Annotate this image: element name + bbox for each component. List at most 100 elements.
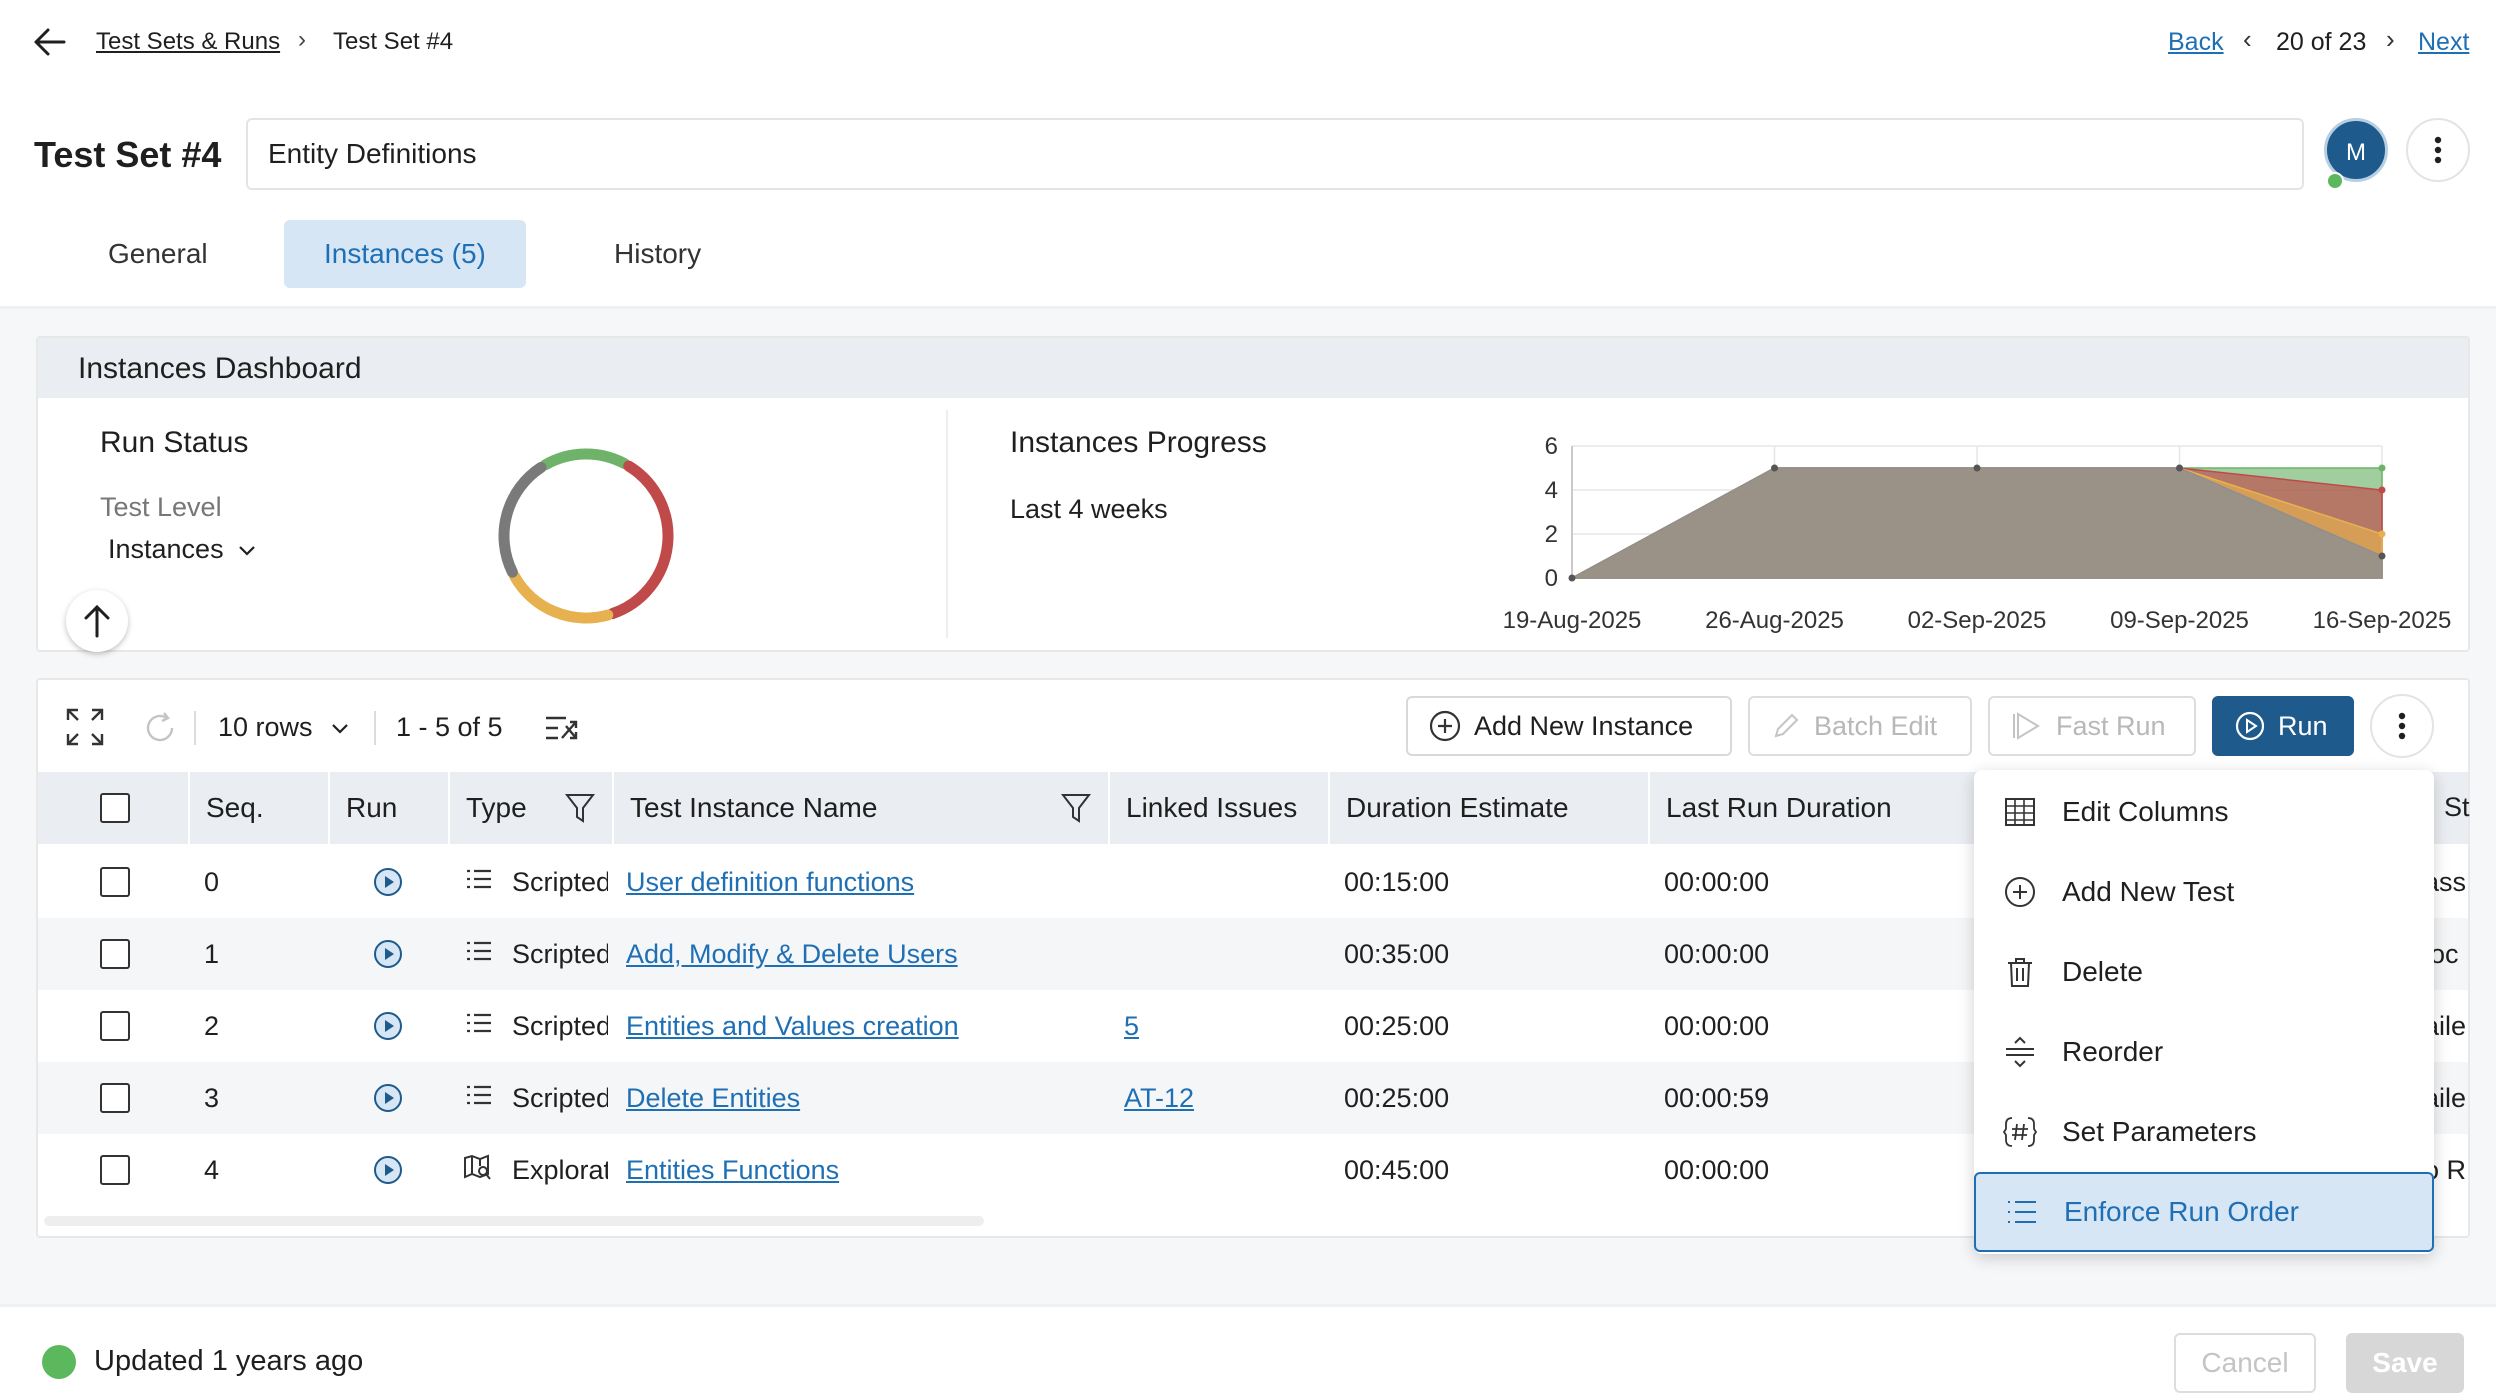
fast-run-button[interactable]: Fast Run	[1988, 696, 2196, 756]
type-cell: Scripted	[512, 867, 608, 897]
row-checkbox[interactable]	[100, 1155, 130, 1185]
x-tick-label: 16-Sep-2025	[2313, 607, 2452, 634]
breadcrumb-parent-link[interactable]: Test Sets & Runs	[96, 28, 280, 56]
row-checkbox[interactable]	[100, 867, 130, 897]
instance-name-cell: Entities Functions	[626, 1134, 1096, 1206]
horizontal-scrollbar[interactable]	[44, 1216, 984, 1226]
linked-issue-link[interactable]: AT-12	[1124, 1083, 1194, 1113]
arrow-up-icon	[84, 604, 110, 638]
instance-name-link[interactable]: User definition functions	[626, 867, 914, 897]
x-tick-label: 02-Sep-2025	[1908, 607, 2047, 634]
run-button[interactable]: Run	[2212, 696, 2354, 756]
instance-name-link[interactable]: Entities and Values creation	[626, 1011, 959, 1041]
x-tick-label: 09-Sep-2025	[2110, 607, 2249, 634]
column-header-status[interactable]: St	[2444, 792, 2470, 823]
row-range: 1 - 5 of 5	[396, 712, 503, 742]
column-header-run[interactable]: Run	[328, 772, 448, 844]
instance-name-link[interactable]: Entities Functions	[626, 1155, 839, 1185]
cancel-button[interactable]: Cancel	[2174, 1333, 2316, 1393]
expand-icon[interactable]	[64, 706, 106, 748]
data-point	[1568, 574, 1576, 582]
menu-item-delete[interactable]: Delete	[1974, 932, 2434, 1012]
chevron-down-icon	[332, 724, 348, 734]
scroll-to-top-button[interactable]	[66, 590, 128, 652]
column-header-type[interactable]: Type	[448, 772, 612, 844]
seq-cell: 2	[204, 1011, 220, 1041]
save-button[interactable]: Save	[2346, 1333, 2464, 1393]
column-header-seq[interactable]: Seq.	[188, 772, 328, 844]
type-cell: Scripted	[512, 1011, 608, 1041]
refresh-icon[interactable]	[142, 710, 178, 746]
table-more-button[interactable]	[2370, 694, 2434, 758]
y-tick-label: 4	[1545, 477, 1558, 504]
last-run-duration-cell: 00:00:00	[1664, 867, 1770, 897]
tab-instances[interactable]: Instances (5)	[284, 220, 526, 288]
chevron-right-icon[interactable]: ›	[2386, 24, 2395, 55]
instance-name-cell: Add, Modify & Delete Users	[626, 918, 1096, 990]
plus-circle-icon	[1429, 710, 1461, 742]
chevron-left-icon[interactable]: ‹	[2243, 24, 2252, 55]
column-header-last-run-duration[interactable]: Last Run Duration	[1648, 772, 2008, 844]
tab-history[interactable]: History	[574, 220, 741, 288]
column-header-name[interactable]: Test Instance Name	[612, 772, 1108, 844]
tab-general[interactable]: General	[68, 220, 248, 288]
duration-estimate-cell: 00:35:00	[1344, 939, 1450, 969]
row-checkbox[interactable]	[100, 939, 130, 969]
instances-dashboard: Instances Dashboard Run Status Test Leve…	[36, 336, 2470, 652]
data-point	[2378, 486, 2386, 494]
online-status-dot	[2326, 172, 2344, 190]
run-label: Run	[2278, 710, 2328, 741]
shuffle-icon[interactable]	[542, 708, 582, 748]
column-header-name-label: Test Instance Name	[630, 792, 878, 823]
run-instance-icon[interactable]	[372, 1082, 404, 1114]
rows-per-page-select[interactable]: 10 rows	[218, 712, 350, 743]
instance-name-link[interactable]: Delete Entities	[626, 1083, 800, 1113]
linked-issues-cell	[1124, 846, 1324, 918]
run-instance-icon[interactable]	[372, 866, 404, 898]
data-point	[1973, 464, 1981, 472]
linked-issue-link[interactable]: 5	[1124, 1011, 1139, 1041]
instances-progress-subtitle: Last 4 weeks	[1010, 494, 1168, 524]
test-level-select[interactable]: Instances	[108, 534, 257, 565]
kebab-icon	[2398, 712, 2406, 740]
menu-item-enforce-run-order[interactable]: Enforce Run Order	[1974, 1172, 2434, 1252]
pager-next-link[interactable]: Next	[2418, 28, 2469, 57]
linked-issues-cell	[1124, 1134, 1324, 1206]
menu-item-set-parameters[interactable]: Set Parameters	[1974, 1092, 2434, 1172]
page-title: Test Set #4	[34, 134, 222, 175]
add-new-instance-button[interactable]: Add New Instance	[1406, 696, 1732, 756]
menu-item-label: Reorder	[2062, 1036, 2164, 1067]
menu-item-label: Add New Test	[2062, 876, 2235, 907]
select-all-checkbox[interactable]	[100, 793, 130, 823]
pager-back-link[interactable]: Back	[2168, 28, 2224, 57]
test-level-label: Test Level	[100, 492, 222, 522]
menu-item-edit-columns[interactable]: Edit Columns	[1974, 772, 2434, 852]
run-instance-icon[interactable]	[372, 1010, 404, 1042]
seq-cell: 1	[204, 939, 220, 969]
run-instance-icon[interactable]	[372, 1154, 404, 1186]
last-run-duration-cell: 00:00:00	[1664, 939, 1770, 969]
row-checkbox[interactable]	[100, 1011, 130, 1041]
batch-edit-button[interactable]: Batch Edit	[1748, 696, 1972, 756]
run-instance-icon[interactable]	[372, 938, 404, 970]
back-arrow-icon[interactable]	[30, 22, 70, 62]
filter-icon[interactable]	[564, 791, 596, 825]
header-more-button[interactable]	[2406, 118, 2470, 182]
fast-run-label: Fast Run	[2056, 710, 2166, 741]
filter-icon[interactable]	[1060, 791, 1092, 825]
row-checkbox[interactable]	[100, 1083, 130, 1113]
duration-estimate-cell: 00:45:00	[1344, 1155, 1450, 1185]
select-all-cell	[38, 772, 188, 844]
status-cell: aile	[2434, 1083, 2467, 1113]
column-header-type-label: Type	[466, 792, 527, 823]
dashboard-title: Instances Dashboard	[78, 352, 362, 385]
instance-name-link[interactable]: Add, Modify & Delete Users	[626, 939, 958, 969]
column-header-duration-estimate[interactable]: Duration Estimate	[1328, 772, 1648, 844]
chevron-down-icon	[239, 546, 255, 556]
status-cell: loc	[2434, 939, 2459, 969]
menu-item-reorder[interactable]: Reorder	[1974, 1012, 2434, 1092]
test-set-name-input[interactable]	[246, 118, 2304, 190]
hash-icon	[2002, 1117, 2038, 1147]
column-header-linked-issues[interactable]: Linked Issues	[1108, 772, 1328, 844]
menu-item-add-new-test[interactable]: Add New Test	[1974, 852, 2434, 932]
